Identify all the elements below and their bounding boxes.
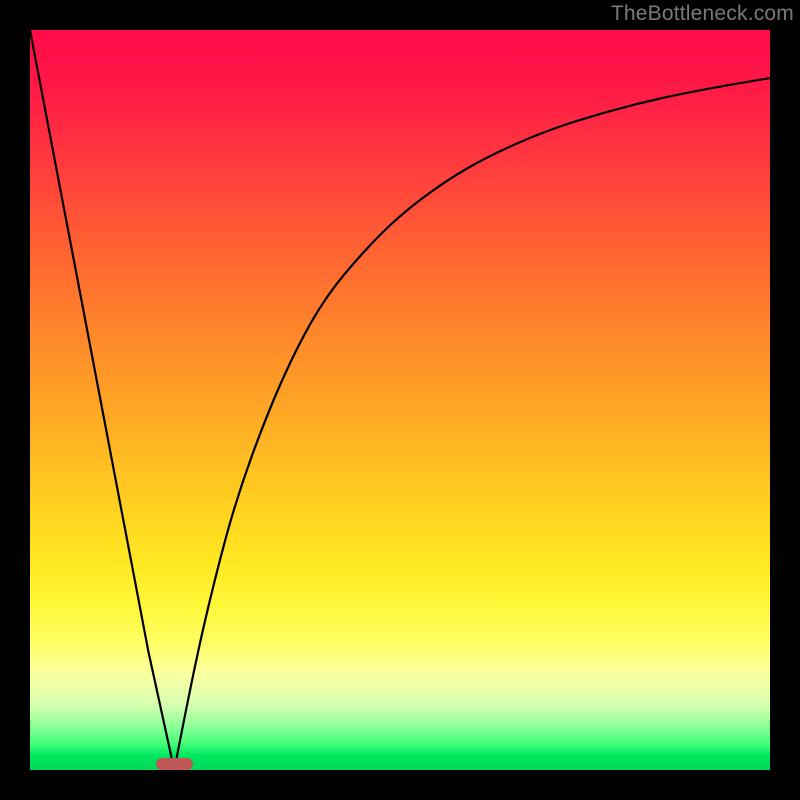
right-branch-line	[174, 78, 770, 770]
bottleneck-marker	[156, 758, 193, 770]
watermark-text: TheBottleneck.com	[611, 2, 794, 26]
curve-layer	[30, 30, 770, 770]
left-branch-line	[30, 30, 174, 770]
plot-area	[30, 30, 770, 770]
chart-frame: TheBottleneck.com	[0, 0, 800, 800]
